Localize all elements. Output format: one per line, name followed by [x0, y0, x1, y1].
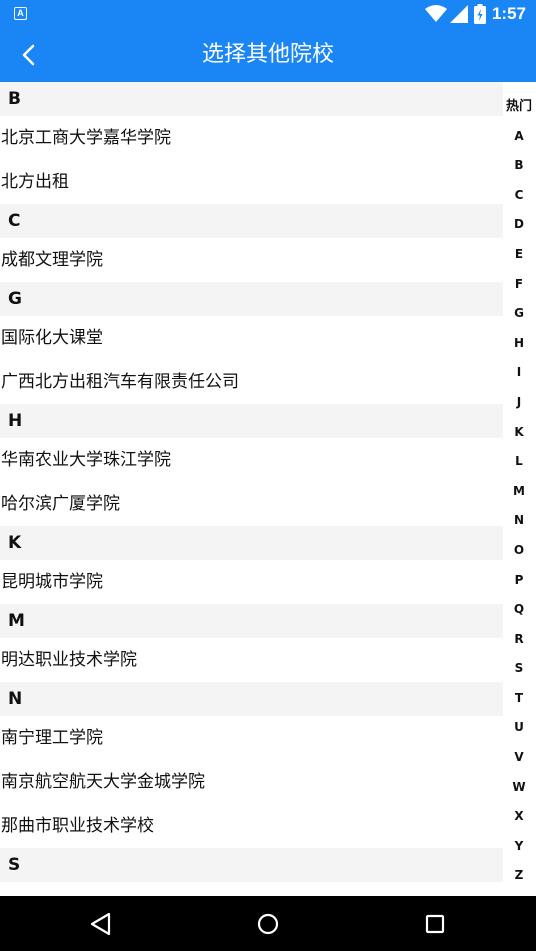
triangle-back-icon: [90, 912, 111, 936]
list-item[interactable]: 成都文理学院: [0, 238, 503, 282]
index-letter-k[interactable]: K: [502, 418, 536, 448]
index-letter-s[interactable]: S: [502, 654, 536, 684]
index-letter-r[interactable]: R: [502, 625, 536, 655]
index-letter-l[interactable]: L: [502, 447, 536, 477]
section-header-s: S: [0, 848, 503, 882]
index-letter-j[interactable]: J: [502, 388, 536, 418]
list-item[interactable]: 南京航空航天大学金城学院: [0, 760, 503, 804]
section-header-g: G: [0, 282, 503, 316]
list-item[interactable]: 那曲市职业技术学校: [0, 804, 503, 848]
index-letter-t[interactable]: T: [502, 684, 536, 714]
nav-home-button[interactable]: [252, 908, 284, 940]
status-bar: A 1:57: [0, 0, 536, 28]
square-recents-icon: [425, 914, 445, 934]
index-letter-w[interactable]: W: [502, 773, 536, 803]
nav-recents-button[interactable]: [419, 908, 451, 940]
list-item[interactable]: 华南农业大学珠江学院: [0, 438, 503, 482]
index-letter-d[interactable]: D: [502, 210, 536, 240]
index-letter-b[interactable]: B: [502, 151, 536, 181]
school-list[interactable]: B 北京工商大学嘉华学院 北方出租 C 成都文理学院 G 国际化大课堂 广西北方出租汽车有限责…: [0, 82, 503, 896]
index-letter-x[interactable]: X: [502, 802, 536, 832]
list-item[interactable]: [0, 882, 503, 896]
section-header-n: N: [0, 682, 503, 716]
wifi-icon: [424, 5, 447, 22]
list-item[interactable]: 国际化大课堂: [0, 316, 503, 360]
section-header-k: K: [0, 526, 503, 560]
index-letter-n[interactable]: N: [502, 506, 536, 536]
index-letter-h[interactable]: H: [502, 329, 536, 359]
index-letter-e[interactable]: E: [502, 240, 536, 270]
index-letter-y[interactable]: Y: [502, 832, 536, 862]
section-header-c: C: [0, 204, 503, 238]
list-item[interactable]: 广西北方出租汽车有限责任公司: [0, 360, 503, 404]
index-letter-i[interactable]: I: [502, 358, 536, 388]
list-item[interactable]: 哈尔滨广厦学院: [0, 482, 503, 526]
index-letter-hot[interactable]: 热门: [502, 92, 536, 122]
system-nav-bar: [0, 896, 536, 951]
circle-home-icon: [257, 913, 279, 935]
list-item[interactable]: 昆明城市学院: [0, 560, 503, 604]
signal-icon: [449, 5, 468, 23]
page-title: 选择其他院校: [201, 42, 334, 67]
index-letter-u[interactable]: U: [502, 713, 536, 743]
index-letter-f[interactable]: F: [502, 270, 536, 300]
index-letter-q[interactable]: Q: [502, 595, 536, 625]
list-item[interactable]: 明达职业技术学院: [0, 638, 503, 682]
index-letter-c[interactable]: C: [502, 181, 536, 211]
index-letter-m[interactable]: M: [502, 477, 536, 507]
section-header-b: B: [0, 82, 503, 116]
list-item[interactable]: 北京工商大学嘉华学院: [0, 116, 503, 160]
index-letter-z[interactable]: Z: [502, 861, 536, 891]
battery-icon: [473, 4, 486, 24]
index-letter-a[interactable]: A: [502, 122, 536, 152]
index-letter-v[interactable]: V: [502, 743, 536, 773]
index-letter-g[interactable]: G: [502, 299, 536, 329]
index-letter-p[interactable]: P: [502, 566, 536, 596]
index-letter-o[interactable]: O: [502, 536, 536, 566]
status-indicators: 1:57: [424, 3, 526, 25]
section-header-m: M: [0, 604, 503, 638]
section-header-h: H: [0, 404, 503, 438]
list-item[interactable]: 北方出租: [0, 160, 503, 204]
list-item[interactable]: 南宁理工学院: [0, 716, 503, 760]
nav-back-button[interactable]: [85, 908, 117, 940]
app-bar: 选择其他院校: [0, 28, 536, 82]
alphabet-index-bar[interactable]: 热门 A B C D E F G H I J K L M N O P Q R S T U V W X Y Z: [502, 92, 536, 892]
status-time: 1:57: [491, 4, 526, 23]
app-notification-icon: A: [14, 7, 27, 20]
